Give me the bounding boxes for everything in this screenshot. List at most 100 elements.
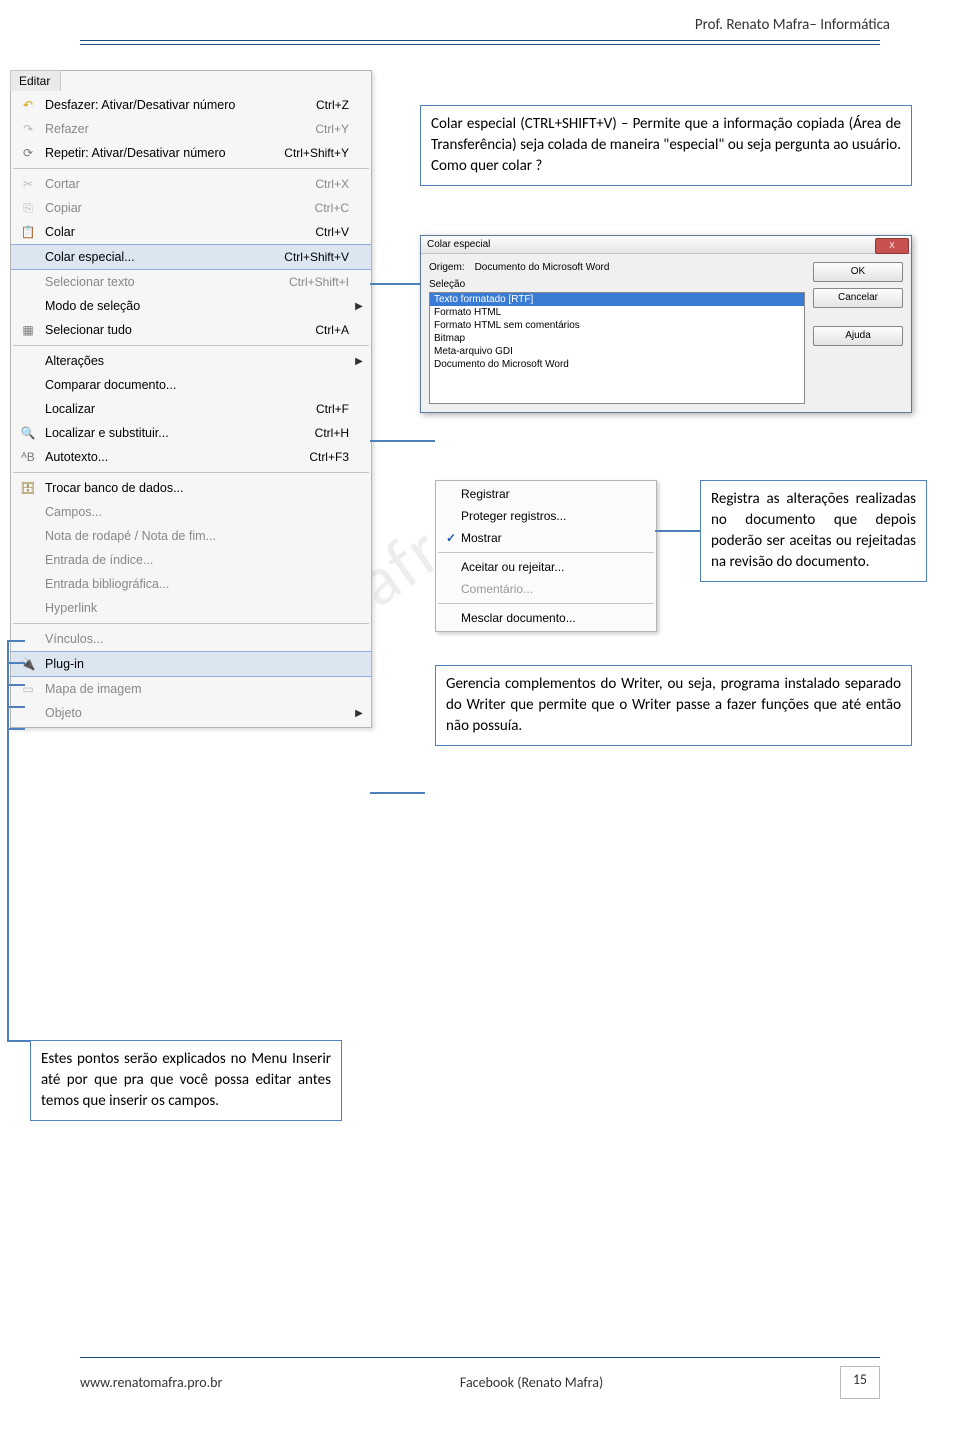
cancel-button[interactable]: Cancelar [813, 288, 903, 308]
submenu-label: Mesclar documento... [461, 611, 651, 625]
menu-icon [17, 551, 39, 569]
menu-shortcut: Ctrl+A [249, 323, 353, 337]
connector [7, 706, 25, 708]
connector [7, 1040, 30, 1042]
callout-colar-especial: Colar especial (CTRL+SHIFT+V) – Permite … [420, 105, 912, 186]
menu-shortcut: Ctrl+Shift+I [249, 275, 353, 289]
menu-item[interactable]: 🗄Trocar banco de dados... [11, 476, 371, 500]
menu-item[interactable]: ▦Selecionar tudoCtrl+A [11, 318, 371, 342]
dialog-option[interactable]: Formato HTML [430, 306, 804, 319]
menu-item[interactable]: Modo de seleção▶ [11, 294, 371, 318]
dialog-option[interactable]: Formato HTML sem comentários [430, 319, 804, 332]
submenu-label: Comentário... [461, 582, 651, 596]
submenu-item[interactable]: Mesclar documento... [436, 607, 656, 629]
menu-title[interactable]: Editar [10, 70, 61, 91]
ok-button[interactable]: OK [813, 262, 903, 282]
menu-label: Colar [39, 225, 249, 239]
menu-shortcut: Ctrl+Shift+Y [249, 146, 353, 160]
menu-item: ✂CortarCtrl+X [11, 172, 371, 196]
menu-icon [17, 248, 39, 266]
menu-icon: ▦ [17, 321, 39, 339]
menu-item: Nota de rodapé / Nota de fim... [11, 524, 371, 548]
alteracoes-submenu: Registrar Proteger registros... ✓Mostrar Ac… [435, 480, 657, 632]
menu-icon [17, 599, 39, 617]
menu-item[interactable]: Colar especial...Ctrl+Shift+V [11, 244, 371, 270]
menu-icon: ▭ [17, 680, 39, 698]
submenu-item: Comentário... [436, 578, 656, 600]
dialog-origin-value: Documento do Microsoft Word [475, 262, 610, 273]
page-number: 15 [840, 1366, 880, 1399]
menu-icon: 🔌 [17, 655, 39, 673]
connector [7, 640, 9, 1040]
menu-label: Desfazer: Ativar/Desativar número [39, 98, 249, 112]
menu-item: Hyperlink [11, 596, 371, 620]
menu-label: Entrada bibliográfica... [39, 577, 249, 591]
submenu-label: Registrar [461, 487, 651, 501]
menu-label: Objeto [39, 706, 249, 720]
menu-label: Repetir: Ativar/Desativar número [39, 146, 249, 160]
menu-item[interactable]: Alterações▶ [11, 349, 371, 373]
menu-separator [13, 168, 369, 169]
menu-separator [13, 345, 369, 346]
menu-icon: ⎘ [17, 199, 39, 217]
menu-item[interactable]: LocalizarCtrl+F [11, 397, 371, 421]
header-rule [80, 40, 880, 45]
menu-item[interactable]: 📋ColarCtrl+V [11, 220, 371, 244]
menu-shortcut: Ctrl+V [249, 225, 353, 239]
close-icon[interactable]: X [875, 238, 909, 254]
callout-inserir: Estes pontos serão explicados no Menu In… [30, 1040, 342, 1121]
menu-label: Entrada de índice... [39, 553, 249, 567]
menu-item[interactable]: ᴬBAutotexto...Ctrl+F3 [11, 445, 371, 469]
dialog-title: Colar especial X [421, 236, 911, 254]
connector [655, 530, 700, 532]
menu-item[interactable]: Comparar documento... [11, 373, 371, 397]
menu-label: Selecionar texto [39, 275, 249, 289]
connector [7, 684, 25, 686]
submenu-separator [438, 603, 654, 604]
menu-shortcut: Ctrl+Z [249, 98, 353, 112]
submenu-item[interactable]: Proteger registros... [436, 505, 656, 527]
menu-label: Nota de rodapé / Nota de fim... [39, 529, 249, 543]
menu-item[interactable]: ↶Desfazer: Ativar/Desativar númeroCtrl+Z [11, 93, 371, 117]
menu-label: Localizar [39, 402, 249, 416]
chevron-right-icon: ▶ [353, 708, 365, 719]
menu-icon: ↶ [17, 96, 39, 114]
chevron-right-icon: ▶ [353, 356, 365, 367]
submenu-label: Proteger registros... [461, 509, 651, 523]
dialog-option[interactable]: Texto formatado [RTF] [430, 293, 804, 306]
menu-item: ⎘CopiarCtrl+C [11, 196, 371, 220]
menu-item[interactable]: ⟳Repetir: Ativar/Desativar númeroCtrl+Sh… [11, 141, 371, 165]
submenu-item[interactable]: ✓Mostrar [436, 527, 656, 549]
submenu-item[interactable]: Registrar [436, 483, 656, 505]
menu-item[interactable]: 🔌Plug-in [11, 651, 371, 677]
submenu-item[interactable]: Aceitar ou rejeitar... [436, 556, 656, 578]
menu-label: Vínculos... [39, 632, 249, 646]
connector [7, 662, 25, 664]
connector [370, 792, 425, 794]
dialog-option[interactable]: Meta-arquivo GDI [430, 345, 804, 358]
dialog-option[interactable]: Bitmap [430, 332, 804, 345]
dialog-listbox[interactable]: Texto formatado [RTF]Formato HTMLFormato… [429, 292, 805, 404]
menu-item: Selecionar textoCtrl+Shift+I [11, 270, 371, 294]
menu-label: Localizar e substituir... [39, 426, 249, 440]
menu-icon [17, 527, 39, 545]
page-footer: www.renatomafra.pro.br Facebook (Renato … [0, 1357, 960, 1399]
menu-icon [17, 273, 39, 291]
menu-icon [17, 297, 39, 315]
check-icon: ✓ [441, 531, 461, 545]
menu-icon [17, 400, 39, 418]
dialog-colar-especial: Colar especial X Origem: Documento do Mi… [420, 235, 912, 413]
help-button[interactable]: Ajuda [813, 326, 903, 346]
dialog-origin-label: Origem: [429, 262, 465, 273]
menu-label: Cortar [39, 177, 249, 191]
menu-label: Campos... [39, 505, 249, 519]
menu-item[interactable]: 🔍Localizar e substituir...Ctrl+H [11, 421, 371, 445]
menu-label: Comparar documento... [39, 378, 249, 392]
submenu-separator [438, 552, 654, 553]
menu-shortcut: Ctrl+F3 [249, 450, 353, 464]
menu-label: Modo de seleção [39, 299, 249, 313]
menu-label: Hyperlink [39, 601, 249, 615]
dialog-option[interactable]: Documento do Microsoft Word [430, 358, 804, 371]
menu-icon: 🔍 [17, 424, 39, 442]
submenu-label: Aceitar ou rejeitar... [461, 560, 651, 574]
